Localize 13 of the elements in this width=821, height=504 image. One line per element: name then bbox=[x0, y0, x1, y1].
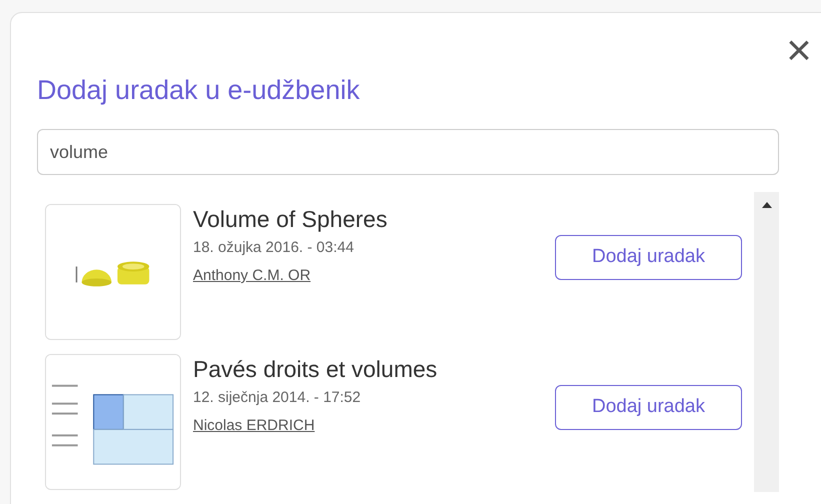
author-link[interactable]: Anthony C.M. OR bbox=[193, 264, 311, 288]
search-field[interactable]: volume bbox=[37, 129, 779, 175]
add-button[interactable]: Dodaj uradak bbox=[555, 235, 742, 280]
result-date: 18. ožujka 2016. - 03:44 bbox=[193, 238, 355, 258]
author-link[interactable]: Nicolas ERDRICH bbox=[193, 414, 315, 438]
dialog-title: Dodaj uradak u e-udžbenik bbox=[37, 74, 361, 107]
result-title: Volume of Spheres bbox=[193, 205, 388, 234]
scroll-up-icon[interactable] bbox=[762, 202, 772, 208]
result-title: Pavés droits et volumes bbox=[193, 355, 438, 384]
scrollbar[interactable] bbox=[754, 192, 779, 492]
close-button[interactable]: × bbox=[779, 31, 819, 71]
add-button[interactable]: Dodaj uradak bbox=[555, 385, 742, 430]
result-date: 12. siječnja 2014. - 17:52 bbox=[193, 388, 362, 408]
